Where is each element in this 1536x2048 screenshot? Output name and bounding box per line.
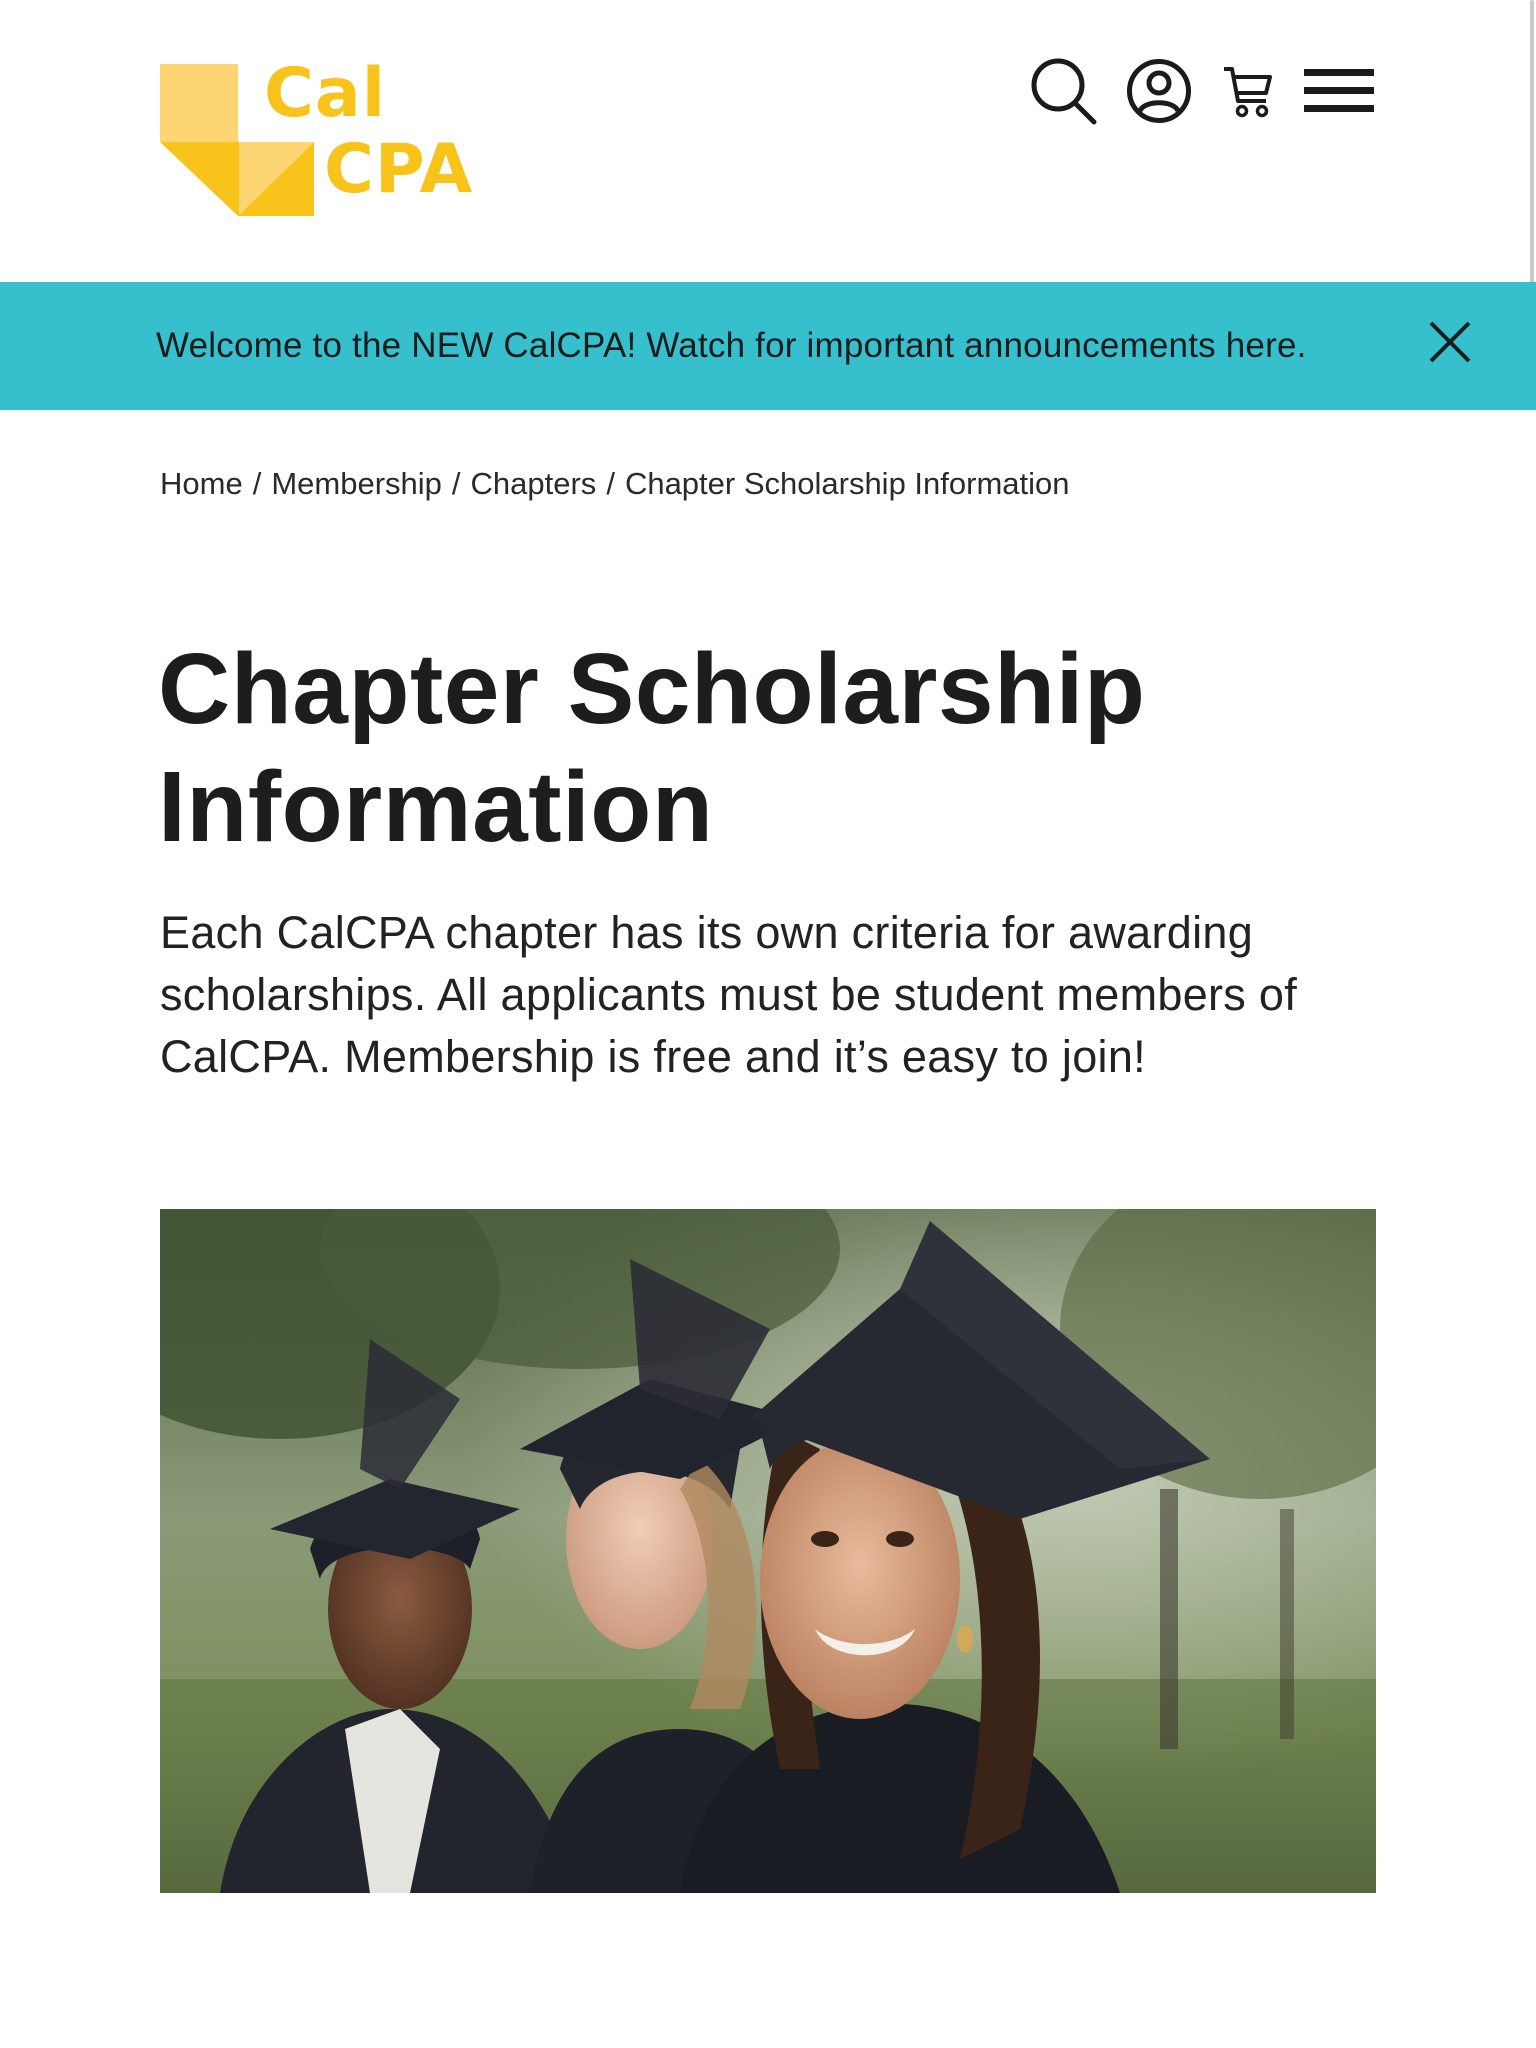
scrollbar-thumb[interactable] — [1530, 0, 1534, 290]
page-title: Chapter Scholarship Information — [158, 633, 1146, 863]
breadcrumb-separator: / — [252, 466, 262, 501]
breadcrumb-separator: / — [606, 466, 615, 501]
announcement-text: Welcome to the NEW CalCPA! Watch for imp… — [156, 326, 1307, 365]
breadcrumb-chapters[interactable]: Chapters — [471, 466, 597, 501]
cart-icon[interactable] — [1222, 63, 1274, 124]
breadcrumb: Home / Membership / Chapters / Chapter Scholar… — [160, 466, 1070, 502]
calcpa-logo[interactable]: Cal CPA — [160, 60, 490, 220]
logo-text-cpa: CPA — [324, 130, 474, 209]
intro-paragraph: Each CalCPA chapter has its own criteria… — [160, 907, 1298, 1082]
menu-icon[interactable] — [1304, 63, 1374, 124]
search-icon[interactable] — [1028, 56, 1098, 131]
breadcrumb-home[interactable]: Home — [160, 466, 243, 501]
header-actions — [1028, 56, 1374, 130]
breadcrumb-membership[interactable]: Membership — [271, 466, 442, 501]
close-icon[interactable] — [1428, 320, 1472, 364]
breadcrumb-current: Chapter Scholarship Information — [624, 466, 1070, 501]
breadcrumb-separator: / — [451, 466, 461, 501]
hero-image — [160, 1209, 1376, 1893]
site-header: Cal CPA — [0, 0, 1536, 290]
user-icon[interactable] — [1126, 58, 1192, 129]
announcement-bar: Welcome to the NEW CalCPA! Watch for imp… — [0, 282, 1536, 410]
page: Cal CPA Welcome to the NEW CalCPA! Watch… — [0, 0, 1536, 2048]
logo-text-cal: Cal — [264, 54, 387, 133]
